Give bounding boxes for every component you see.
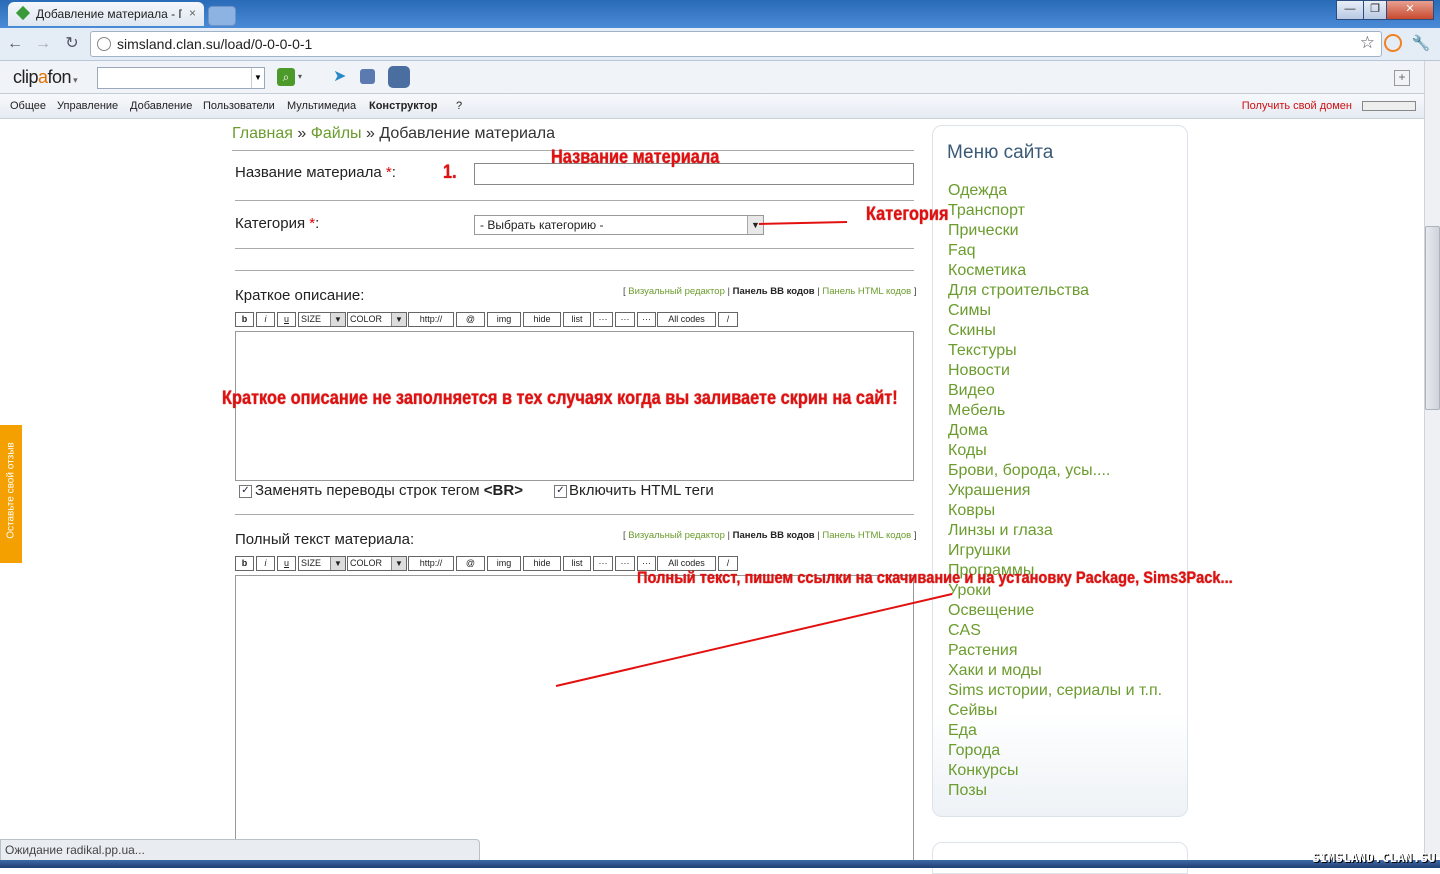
site-watermark: SIMSLAND.CLAN.SU <box>1312 851 1436 865</box>
category-pointer-line <box>758 221 848 225</box>
annotation-arrows <box>555 221 953 687</box>
full-text-pointer-line <box>555 593 953 687</box>
os-taskbar <box>0 860 1440 868</box>
status-text: Ожидание radikal.pp.ua... <box>5 843 145 857</box>
browser-status-bar: Ожидание radikal.pp.ua... <box>0 839 480 862</box>
